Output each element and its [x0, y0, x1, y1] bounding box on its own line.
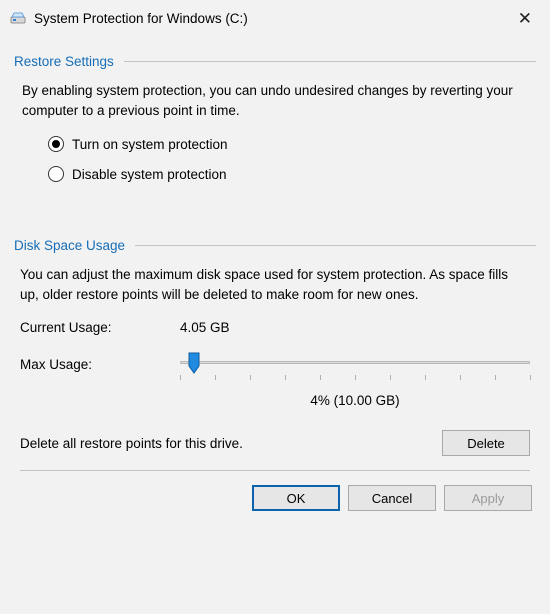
slider-track [180, 361, 530, 364]
delete-row: Delete all restore points for this drive… [20, 430, 530, 456]
current-usage-value: 4.05 GB [180, 320, 230, 335]
disk-description: You can adjust the maximum disk space us… [20, 265, 530, 304]
delete-button[interactable]: Delete [442, 430, 530, 456]
cancel-button[interactable]: Cancel [348, 485, 436, 511]
radio-icon [48, 166, 64, 182]
window-title: System Protection for Windows (C:) [34, 11, 510, 26]
dialog-buttons: OK Cancel Apply [0, 485, 550, 525]
radio-disable[interactable]: Disable system protection [48, 166, 536, 182]
slider-ticks [180, 375, 530, 383]
section-disk-space-usage: Disk Space Usage [14, 238, 536, 253]
radio-label: Disable system protection [72, 167, 227, 182]
section-restore-settings: Restore Settings [14, 54, 536, 69]
drive-icon [10, 10, 26, 26]
section-label: Disk Space Usage [14, 238, 125, 253]
apply-button[interactable]: Apply [444, 485, 532, 511]
close-icon[interactable]: ✕ [510, 6, 540, 31]
delete-description: Delete all restore points for this drive… [20, 436, 442, 451]
slider-thumb[interactable] [188, 352, 200, 374]
slider-value-text: 4% (10.00 GB) [180, 393, 530, 408]
radio-icon [48, 136, 64, 152]
titlebar: System Protection for Windows (C:) ✕ [0, 0, 550, 36]
divider-line [135, 245, 536, 246]
max-usage-slider[interactable] [180, 353, 530, 373]
ok-button[interactable]: OK [252, 485, 340, 511]
protection-radio-group: Turn on system protection Disable system… [48, 136, 536, 182]
divider-line [124, 61, 536, 62]
section-label: Restore Settings [14, 54, 114, 69]
current-usage-row: Current Usage: 4.05 GB [20, 320, 530, 335]
current-usage-label: Current Usage: [20, 320, 180, 335]
divider [20, 470, 530, 471]
max-usage-row: Max Usage: 4% (10.00 GB) [20, 353, 530, 408]
radio-turn-on[interactable]: Turn on system protection [48, 136, 536, 152]
max-usage-label: Max Usage: [20, 353, 180, 372]
restore-description: By enabling system protection, you can u… [22, 81, 528, 120]
radio-label: Turn on system protection [72, 137, 228, 152]
